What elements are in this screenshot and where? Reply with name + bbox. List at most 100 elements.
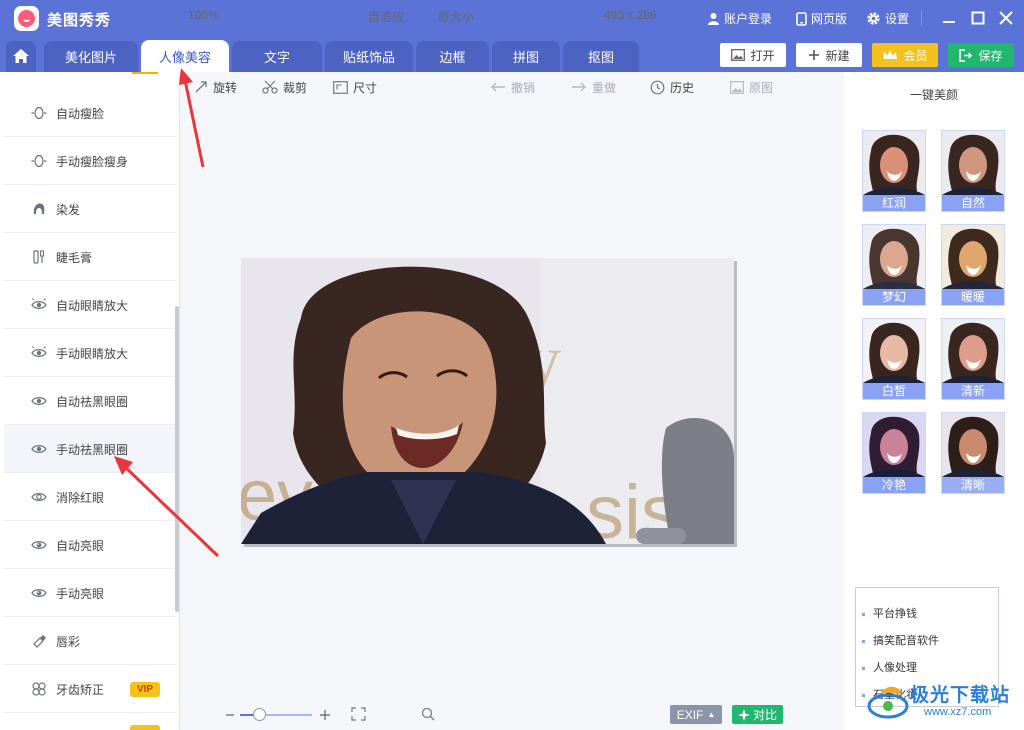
preset-thumbnail xyxy=(863,319,925,383)
vip-badge: VIP xyxy=(130,682,160,697)
undo-label: 撤销 xyxy=(511,80,536,95)
sidebar-scrollbar[interactable] xyxy=(175,306,179,612)
gear-icon xyxy=(867,12,880,25)
sidebar-accent xyxy=(132,72,158,74)
app-logo-icon xyxy=(14,6,39,31)
eye-bright-icon xyxy=(31,541,47,549)
recommendation-link[interactable]: 搞笑配音软件 xyxy=(862,632,939,648)
sidebar-item-lip-color[interactable]: 唇彩 xyxy=(4,617,176,665)
preset-warm[interactable]: 暖暖 xyxy=(941,224,1005,306)
sidebar-item-auto-face-slim[interactable]: 自动瘦脸 xyxy=(4,89,176,137)
preset-label: 清晰 xyxy=(942,477,1004,493)
sidebar-item-manual-bright-eye[interactable]: 手动亮眼 xyxy=(4,569,176,617)
tab-stickers[interactable]: 贴纸饰品 xyxy=(325,41,413,72)
zoom-level: 100% xyxy=(188,8,219,22)
tab-collage[interactable]: 拼图 xyxy=(492,41,560,72)
zoom-in-icon[interactable] xyxy=(319,709,331,721)
rotate-icon xyxy=(195,81,207,93)
recommendation-link[interactable]: 人像处理 xyxy=(862,659,917,675)
home-icon xyxy=(13,49,29,63)
sidebar-item-label: 消除红眼 xyxy=(56,491,105,505)
compare-button[interactable]: 对比 xyxy=(732,705,783,724)
zoom-out-icon[interactable] xyxy=(225,709,235,721)
mascara-icon xyxy=(33,250,45,264)
sparkle-icon xyxy=(737,708,750,721)
minimize-icon[interactable] xyxy=(940,9,958,27)
preset-clear[interactable]: 清晰 xyxy=(941,412,1005,494)
save-label: 保存 xyxy=(978,48,1003,63)
zoom-slider-handle[interactable] xyxy=(252,708,266,721)
crop-button[interactable]: 裁剪 xyxy=(262,79,307,95)
new-button[interactable]: 新建 xyxy=(796,43,862,67)
redo-button[interactable]: 重做 xyxy=(571,79,616,95)
sidebar-item-teeth-correction[interactable]: 牙齿矫正 VIP xyxy=(4,665,176,713)
sidebar-item-label: 染发 xyxy=(56,203,81,217)
rotate-button[interactable]: 旋转 xyxy=(194,79,237,95)
tab-cutout[interactable]: 抠图 xyxy=(563,41,639,72)
tab-beautify[interactable]: 美化图片 xyxy=(44,41,138,72)
clock-icon xyxy=(650,80,665,94)
sidebar-item-auto-eye-enlarge[interactable]: 自动眼睛放大 xyxy=(4,281,176,329)
sidebar-item-auto-bright-eye[interactable]: 自动亮眼 xyxy=(4,521,176,569)
recommendation-link[interactable]: 平台挣钱 xyxy=(862,605,917,621)
original-size-button[interactable]: 原大小 xyxy=(438,8,474,25)
arrow-right-icon xyxy=(572,82,586,92)
preset-cool[interactable]: 冷艳 xyxy=(862,412,926,494)
original-label: 原图 xyxy=(749,80,774,95)
face-slim-icon xyxy=(31,154,47,168)
sidebar-item-manual-dark-circle[interactable]: 手动祛黑眼圈 xyxy=(4,425,176,473)
vip-button[interactable]: 会员 xyxy=(872,43,938,67)
preset-thumbnail xyxy=(863,131,925,195)
edited-photo[interactable]: y sis ev xyxy=(241,258,734,544)
user-icon xyxy=(708,13,719,25)
rotate-label: 旋转 xyxy=(213,80,238,95)
undo-button[interactable]: 撤销 xyxy=(490,79,535,95)
preset-thumbnail xyxy=(942,131,1004,195)
sidebar-item-mascara[interactable]: 睫毛膏 xyxy=(4,233,176,281)
preset-fresh[interactable]: 清新 xyxy=(941,318,1005,400)
preset-natural[interactable]: 自然 xyxy=(941,130,1005,212)
sidebar-item-red-eye[interactable]: 消除红眼 xyxy=(4,473,176,521)
size-label: 尺寸 xyxy=(353,80,378,95)
sidebar-item-label: 手动祛黑眼圈 xyxy=(56,443,129,457)
preset-label: 清新 xyxy=(942,383,1004,399)
open-button[interactable]: 打开 xyxy=(720,43,786,67)
preset-dreamy[interactable]: 梦幻 xyxy=(862,224,926,306)
watermark-logo-icon xyxy=(867,686,909,719)
web-version-button[interactable]: 网页版 xyxy=(796,10,847,27)
scissors-icon xyxy=(262,80,278,94)
magnifier-icon xyxy=(421,707,435,721)
teeth-icon xyxy=(32,682,46,696)
preset-fair[interactable]: 白皙 xyxy=(862,318,926,400)
tab-portrait[interactable]: 人像美容 xyxy=(141,40,229,72)
size-button[interactable]: 尺寸 xyxy=(333,79,377,95)
image-icon xyxy=(731,49,746,61)
account-login-button[interactable]: 账户登录 xyxy=(707,10,772,27)
original-button[interactable]: 原图 xyxy=(730,79,773,95)
crop-label: 裁剪 xyxy=(283,80,308,95)
portrait-tools-sidebar: 自动瘦脸 手动瘦脸瘦身 染发 睫毛膏 自动眼睛放大 手动眼睛放大 自动祛黑眼圈 … xyxy=(0,72,180,730)
settings-button[interactable]: 设置 xyxy=(866,10,909,27)
sidebar-item-label: 手动亮眼 xyxy=(56,587,105,601)
home-tab[interactable] xyxy=(6,41,36,72)
save-button[interactable]: 保存 xyxy=(948,43,1014,67)
preset-label: 自然 xyxy=(942,195,1004,211)
sidebar-item-label: 自动亮眼 xyxy=(56,539,105,553)
sidebar-item-manual-face-slim[interactable]: 手动瘦脸瘦身 xyxy=(4,137,176,185)
tab-frames[interactable]: 边框 xyxy=(416,41,489,72)
eye-icon xyxy=(31,493,47,501)
maximize-icon[interactable] xyxy=(969,9,987,27)
history-button[interactable]: 历史 xyxy=(650,79,694,95)
exif-button[interactable]: EXIF ▲ xyxy=(670,705,722,724)
sidebar-item-manual-eye-enlarge[interactable]: 手动眼睛放大 xyxy=(4,329,176,377)
fit-screen-icon xyxy=(351,707,366,721)
tab-text[interactable]: 文字 xyxy=(232,41,322,72)
preset-rosy[interactable]: 红润 xyxy=(862,130,926,212)
crown-icon xyxy=(883,50,898,59)
fit-button[interactable]: 自适应 xyxy=(368,8,404,25)
sidebar-item-auto-dark-circle[interactable]: 自动祛黑眼圈 xyxy=(4,377,176,425)
eye-icon xyxy=(31,445,47,453)
close-icon[interactable] xyxy=(997,9,1015,27)
preset-label: 梦幻 xyxy=(863,289,925,305)
sidebar-item-hair-dye[interactable]: 染发 xyxy=(4,185,176,233)
